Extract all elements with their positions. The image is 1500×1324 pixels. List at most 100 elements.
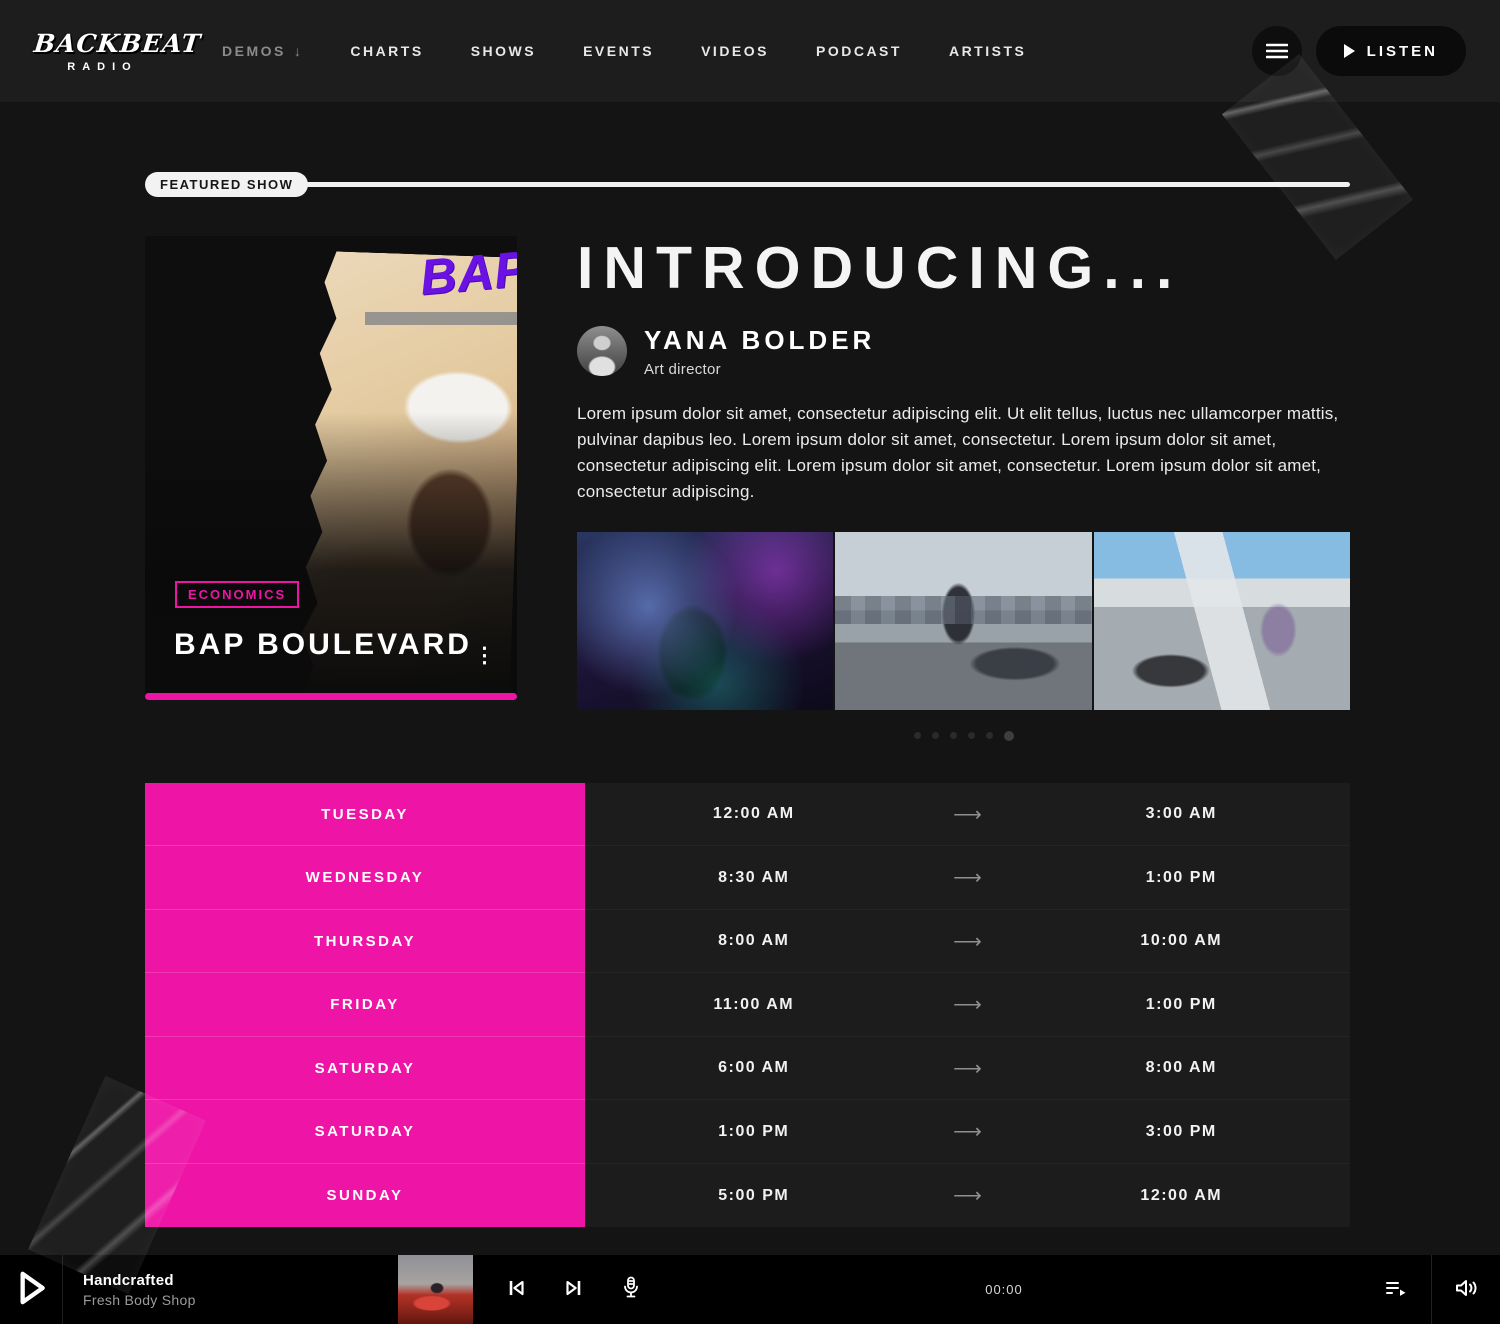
skip-previous-button[interactable] <box>499 1271 533 1308</box>
carousel-dot[interactable] <box>968 732 975 739</box>
queue-button[interactable] <box>1361 1276 1431 1303</box>
schedule-end-time: 1:00 PM <box>1013 869 1351 887</box>
schedule-end-time: 12:00 AM <box>1013 1187 1351 1205</box>
logo[interactable]: BACKBEAT RADIO <box>34 29 164 73</box>
schedule-start-time: 8:00 AM <box>585 932 923 950</box>
carousel-dot[interactable] <box>950 732 957 739</box>
elapsed-time: 00:00 <box>647 1282 1361 1297</box>
schedule-row: THURSDAY 8:00 AM ⟶ 10:00 AM <box>145 910 1350 974</box>
schedule-start-time: 1:00 PM <box>585 1123 923 1141</box>
schedule-row: SUNDAY 5:00 PM ⟶ 12:00 AM <box>145 1164 1350 1228</box>
schedule-row: FRIDAY 11:00 AM ⟶ 1:00 PM <box>145 973 1350 1037</box>
player-play-button[interactable] <box>0 1255 63 1324</box>
nav-item-demos[interactable]: DEMOS ↓ <box>222 43 303 59</box>
skip-next-button[interactable] <box>557 1271 591 1308</box>
listen-button[interactable]: LISTEN <box>1316 26 1466 76</box>
schedule-day: SATURDAY <box>145 1100 585 1164</box>
nav-item-events[interactable]: EVENTS <box>583 43 654 59</box>
schedule-start-time: 6:00 AM <box>585 1059 923 1077</box>
carousel-dot-active[interactable] <box>1004 731 1014 741</box>
nav-item-videos[interactable]: VIDEOS <box>701 43 769 59</box>
schedule-row: SATURDAY 6:00 AM ⟶ 8:00 AM <box>145 1037 1350 1101</box>
schedule-start-time: 8:30 AM <box>585 869 923 887</box>
main-content: FEATURED SHOW BAP ECONOMICS BAP BOULEVAR… <box>0 172 1500 1227</box>
volume-button[interactable] <box>1432 1255 1500 1324</box>
nav-item-shows[interactable]: SHOWS <box>471 43 536 59</box>
skip-previous-icon <box>503 1275 529 1304</box>
schedule-start-time: 5:00 PM <box>585 1187 923 1205</box>
schedule-day: TUESDAY <box>145 783 585 847</box>
nav-item-artists[interactable]: ARTISTS <box>949 43 1026 59</box>
hamburger-icon <box>1266 43 1288 59</box>
show-title: BAP BOULEVARD <box>174 628 472 662</box>
author-name: YANA BOLDER <box>644 325 875 356</box>
now-playing-info: Handcrafted Fresh Body Shop <box>63 1272 398 1308</box>
track-thumbnail[interactable] <box>398 1255 473 1324</box>
microphone-button[interactable] <box>615 1271 647 1308</box>
featured-badge: FEATURED SHOW <box>145 172 308 197</box>
gallery-photo-dancers[interactable] <box>835 532 1091 710</box>
nav-item-label: DEMOS <box>222 43 286 59</box>
show-card-accent-bar <box>145 693 517 700</box>
schedule-times: 6:00 AM ⟶ 8:00 AM <box>585 1037 1350 1101</box>
arrow-right-icon: ⟶ <box>923 1056 1013 1081</box>
author-role: Art director <box>644 361 875 378</box>
nav-item-charts[interactable]: CHARTS <box>350 43 423 59</box>
carousel-dot[interactable] <box>986 732 993 739</box>
logo-title: BACKBEAT <box>32 29 165 58</box>
carousel-dot[interactable] <box>914 732 921 739</box>
page-title: INTRODUCING... <box>577 236 1350 301</box>
show-category-badge: ECONOMICS <box>175 581 299 608</box>
header: BACKBEAT RADIO DEMOS ↓ CHARTS SHOWS EVEN… <box>0 0 1500 102</box>
schedule-times: 11:00 AM ⟶ 1:00 PM <box>585 973 1350 1037</box>
featured-section: BAP ECONOMICS BAP BOULEVARD ⋮ INTRODUCIN… <box>145 236 1350 741</box>
schedule-day: SUNDAY <box>145 1164 585 1228</box>
chevron-down-icon: ↓ <box>294 43 304 59</box>
schedule-day: SATURDAY <box>145 1037 585 1101</box>
skip-next-icon <box>561 1275 587 1304</box>
schedule-row: TUESDAY 12:00 AM ⟶ 3:00 AM <box>145 783 1350 847</box>
arrow-right-icon: ⟶ <box>923 929 1013 954</box>
show-overflow-menu-button[interactable]: ⋮ <box>474 645 495 666</box>
show-description: Lorem ipsum dolor sit amet, consectetur … <box>577 401 1350 505</box>
carousel-dots <box>577 731 1350 741</box>
featured-label-row: FEATURED SHOW <box>145 172 1350 197</box>
gallery-photo-rooftop[interactable] <box>1094 532 1350 710</box>
track-artist: Fresh Body Shop <box>83 1292 398 1308</box>
play-icon <box>1344 44 1355 58</box>
schedule-end-time: 3:00 PM <box>1013 1123 1351 1141</box>
track-title: Handcrafted <box>83 1272 398 1289</box>
schedule-times: 5:00 PM ⟶ 12:00 AM <box>585 1164 1350 1228</box>
header-actions: LISTEN <box>1252 26 1466 76</box>
schedule-table: TUESDAY 12:00 AM ⟶ 3:00 AM WEDNESDAY 8:3… <box>145 783 1350 1228</box>
schedule-row: SATURDAY 1:00 PM ⟶ 3:00 PM <box>145 1100 1350 1164</box>
carousel-dot[interactable] <box>932 732 939 739</box>
schedule-end-time: 1:00 PM <box>1013 996 1351 1014</box>
schedule-start-time: 11:00 AM <box>585 996 923 1014</box>
photo-gallery <box>577 532 1350 710</box>
menu-button[interactable] <box>1252 26 1302 76</box>
schedule-end-time: 10:00 AM <box>1013 932 1351 950</box>
logo-subtitle: RADIO <box>34 61 164 73</box>
featured-show-card[interactable]: BAP ECONOMICS BAP BOULEVARD ⋮ <box>145 236 517 700</box>
arrow-right-icon: ⟶ <box>923 802 1013 827</box>
author-meta: YANA BOLDER Art director <box>644 325 875 378</box>
intro-column: INTRODUCING... YANA BOLDER Art director … <box>577 236 1350 741</box>
schedule-times: 1:00 PM ⟶ 3:00 PM <box>585 1100 1350 1164</box>
nav-item-podcast[interactable]: PODCAST <box>816 43 902 59</box>
volume-icon <box>1452 1275 1480 1304</box>
audio-player-bar: Handcrafted Fresh Body Shop 00:00 <box>0 1255 1500 1324</box>
listen-button-label: LISTEN <box>1367 43 1438 60</box>
play-outline-icon <box>11 1266 51 1313</box>
gallery-photo-concert[interactable] <box>577 532 833 710</box>
schedule-times: 8:00 AM ⟶ 10:00 AM <box>585 910 1350 974</box>
playlist-play-icon <box>1383 1276 1409 1303</box>
arrow-right-icon: ⟶ <box>923 992 1013 1017</box>
schedule-day: THURSDAY <box>145 910 585 974</box>
show-card-tape-strip <box>365 312 517 325</box>
schedule-day: FRIDAY <box>145 973 585 1037</box>
microphone-icon <box>619 1275 643 1304</box>
show-card-graffiti: BAP <box>418 239 517 306</box>
schedule-row: WEDNESDAY 8:30 AM ⟶ 1:00 PM <box>145 846 1350 910</box>
arrow-right-icon: ⟶ <box>923 865 1013 890</box>
